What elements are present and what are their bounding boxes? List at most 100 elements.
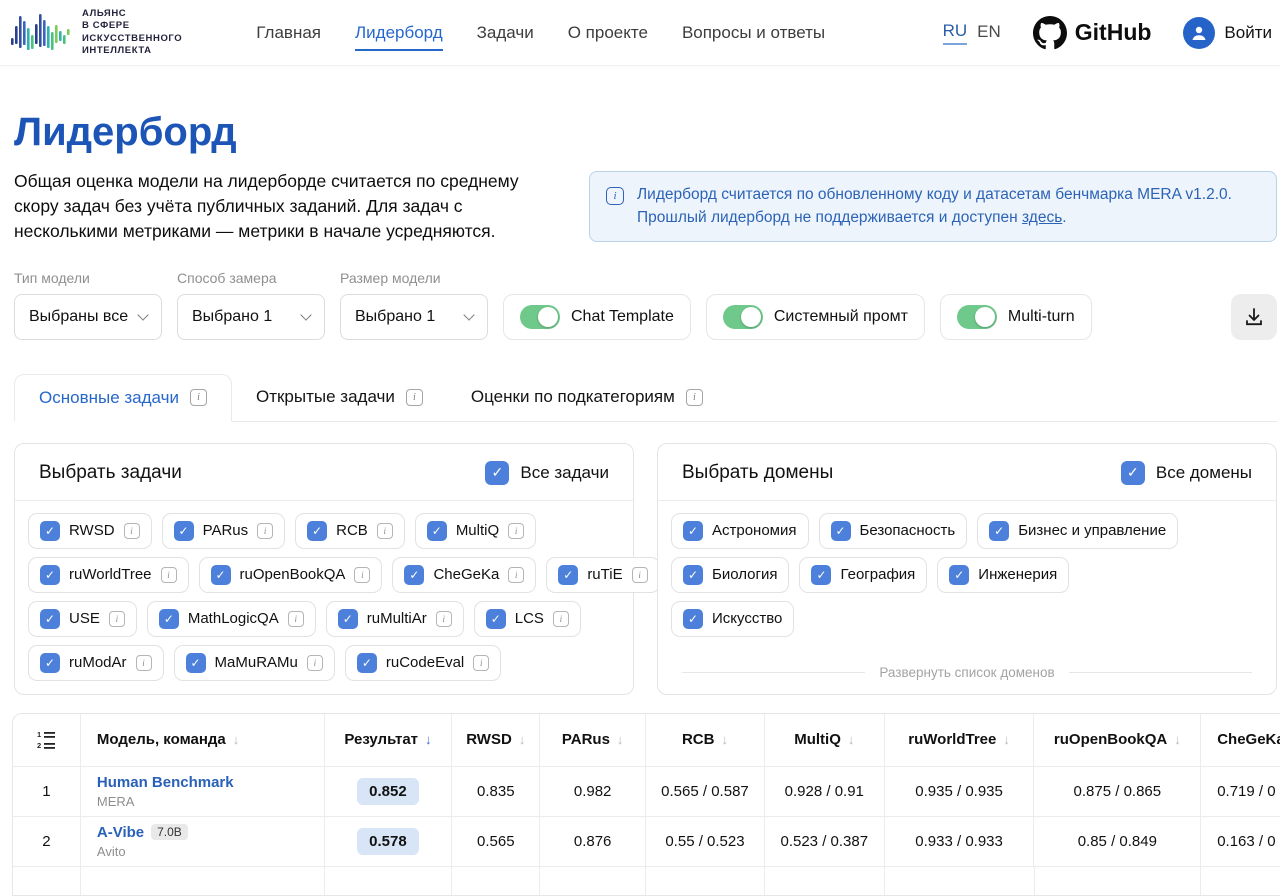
domains-panel: Выбрать домены ✓ Все домены ✓Астрономия✓… — [657, 443, 1277, 695]
task-checkbox[interactable]: ✓ — [558, 565, 578, 585]
task-checkbox[interactable]: ✓ — [40, 653, 60, 673]
rank-column-header[interactable]: 12 — [13, 714, 81, 766]
task-checkbox[interactable]: ✓ — [159, 609, 179, 629]
task-chip-label: ruOpenBookQA — [240, 566, 346, 583]
toggle-switch-system-prompt[interactable] — [723, 305, 763, 329]
info-icon[interactable]: i — [288, 611, 304, 627]
sort-down-icon[interactable]: ↓ — [848, 732, 855, 747]
column-header-4[interactable]: RCB↓ — [646, 714, 765, 766]
nav-item-o-proekte[interactable]: О проекте — [568, 23, 648, 51]
info-icon: i — [606, 187, 624, 205]
info-icon[interactable]: i — [136, 655, 152, 671]
info-icon[interactable]: i — [354, 567, 370, 583]
domain-checkbox[interactable]: ✓ — [949, 565, 969, 585]
info-icon[interactable]: i — [553, 611, 569, 627]
model-size-badge: 7.0B — [151, 824, 188, 840]
task-checkbox[interactable]: ✓ — [40, 609, 60, 629]
leaderboard-table-wrap: 12 Модель, команда↓Результат↓RWSD↓PARus↓R… — [12, 713, 1280, 896]
chip-row: ✓ruWorldTreei✓ruOpenBookQAi✓CheGeKai✓ruT… — [28, 557, 620, 593]
expand-domains-button[interactable]: Развернуть список доменов — [682, 665, 1252, 680]
task-checkbox[interactable]: ✓ — [40, 565, 60, 585]
banner-previous-leaderboard-link[interactable]: здесь — [1022, 209, 1062, 226]
dropdown-model-size[interactable]: Выбрано 1 — [340, 294, 488, 340]
info-icon[interactable]: i — [377, 523, 393, 539]
nav-item-voprosy-i-otvety[interactable]: Вопросы и ответы — [682, 23, 825, 51]
info-icon[interactable]: i — [473, 655, 489, 671]
info-icon[interactable]: i — [632, 567, 648, 583]
domain-checkbox[interactable]: ✓ — [683, 609, 703, 629]
tab-main-tasks[interactable]: Основные задачиi — [14, 374, 232, 422]
column-header-0[interactable]: Модель, команда↓ — [81, 714, 325, 766]
task-checkbox[interactable]: ✓ — [427, 521, 447, 541]
github-link[interactable]: GitHub — [1033, 16, 1152, 50]
column-header-8[interactable]: CheGeKa↓ — [1201, 714, 1280, 766]
toggle-switch-multi-turn[interactable] — [957, 305, 997, 329]
task-checkbox[interactable]: ✓ — [338, 609, 358, 629]
task-checkbox[interactable]: ✓ — [40, 521, 60, 541]
task-checkbox[interactable]: ✓ — [404, 565, 424, 585]
sort-down-icon[interactable]: ↓ — [721, 732, 728, 747]
task-checkbox[interactable]: ✓ — [486, 609, 506, 629]
info-icon[interactable]: i — [124, 523, 140, 539]
info-icon[interactable]: i — [436, 611, 452, 627]
sort-down-icon[interactable]: ↓ — [1174, 732, 1181, 747]
info-icon[interactable]: i — [686, 389, 703, 406]
column-header-5[interactable]: MultiQ↓ — [765, 714, 885, 766]
nav-item-liderbord[interactable]: Лидерборд — [355, 23, 443, 51]
task-chip-label: ruMultiAr — [367, 610, 427, 627]
lang-ru-button[interactable]: RU — [943, 21, 968, 45]
domain-checkbox[interactable]: ✓ — [683, 521, 703, 541]
domain-checkbox[interactable]: ✓ — [989, 521, 1009, 541]
tab-open-tasks[interactable]: Открытые задачиi — [232, 374, 447, 421]
tab-subcategories[interactable]: Оценки по подкатегориямi — [447, 374, 727, 421]
info-icon[interactable]: i — [161, 567, 177, 583]
info-icon[interactable]: i — [257, 523, 273, 539]
task-checkbox[interactable]: ✓ — [357, 653, 377, 673]
domain-checkbox[interactable]: ✓ — [831, 521, 851, 541]
model-link[interactable]: A-Vibe — [97, 824, 144, 841]
info-icon[interactable]: i — [307, 655, 323, 671]
sort-down-icon[interactable]: ↓ — [1003, 732, 1010, 747]
chip-row: ✓USEi✓MathLogicQAi✓ruMultiAri✓LCSi — [28, 601, 620, 637]
stub-cell — [81, 867, 325, 895]
domain-checkbox[interactable]: ✓ — [811, 565, 831, 585]
lang-en-button[interactable]: EN — [977, 22, 1001, 44]
task-checkbox[interactable]: ✓ — [211, 565, 231, 585]
domain-checkbox[interactable]: ✓ — [683, 565, 703, 585]
info-icon[interactable]: i — [508, 523, 524, 539]
sort-down-icon[interactable]: ↓ — [425, 732, 432, 747]
toggle-switch-chat-template[interactable] — [520, 305, 560, 329]
login-button[interactable]: Войти — [1183, 17, 1272, 49]
all-domains-checkbox[interactable]: ✓ — [1121, 461, 1145, 485]
dropdown-model-type[interactable]: Выбраны все — [14, 294, 162, 340]
download-button[interactable] — [1231, 294, 1277, 340]
model-link[interactable]: Human Benchmark — [97, 774, 234, 791]
sort-down-icon[interactable]: ↓ — [519, 732, 526, 747]
all-tasks-checkbox[interactable]: ✓ — [485, 461, 509, 485]
score-cell: 0.835 — [452, 767, 540, 816]
nav-item-zadachi[interactable]: Задачи — [477, 23, 534, 51]
column-header-3[interactable]: PARus↓ — [540, 714, 646, 766]
info-icon[interactable]: i — [406, 389, 423, 406]
soundwave-logo-icon — [10, 8, 72, 58]
sort-down-icon[interactable]: ↓ — [617, 732, 624, 747]
column-header-1[interactable]: Результат↓ — [325, 714, 453, 766]
rank-sort-icon[interactable]: 12 — [35, 729, 57, 751]
task-checkbox[interactable]: ✓ — [186, 653, 206, 673]
all-tasks-toggle[interactable]: ✓ Все задачи — [485, 461, 609, 485]
info-icon[interactable]: i — [109, 611, 125, 627]
domain-chip-label: Инженерия — [978, 566, 1057, 583]
task-checkbox[interactable]: ✓ — [174, 521, 194, 541]
alliance-ai-logo[interactable]: АЛЬЯНС В СФЕРЕ ИСКУССТВЕННОГО ИНТЕЛЛЕКТА — [10, 8, 182, 58]
all-domains-toggle[interactable]: ✓ Все домены — [1121, 461, 1252, 485]
nav-item-glavnaya[interactable]: Главная — [256, 23, 321, 51]
info-icon[interactable]: i — [190, 389, 207, 406]
sort-down-icon[interactable]: ↓ — [233, 732, 240, 747]
task-chip-0-1: ✓PARusi — [162, 513, 286, 549]
column-header-2[interactable]: RWSD↓ — [452, 714, 540, 766]
column-header-7[interactable]: ruOpenBookQA↓ — [1034, 714, 1201, 766]
dropdown-measure-method[interactable]: Выбрано 1 — [177, 294, 325, 340]
column-header-6[interactable]: ruWorldTree↓ — [885, 714, 1035, 766]
info-icon[interactable]: i — [508, 567, 524, 583]
task-checkbox[interactable]: ✓ — [307, 521, 327, 541]
